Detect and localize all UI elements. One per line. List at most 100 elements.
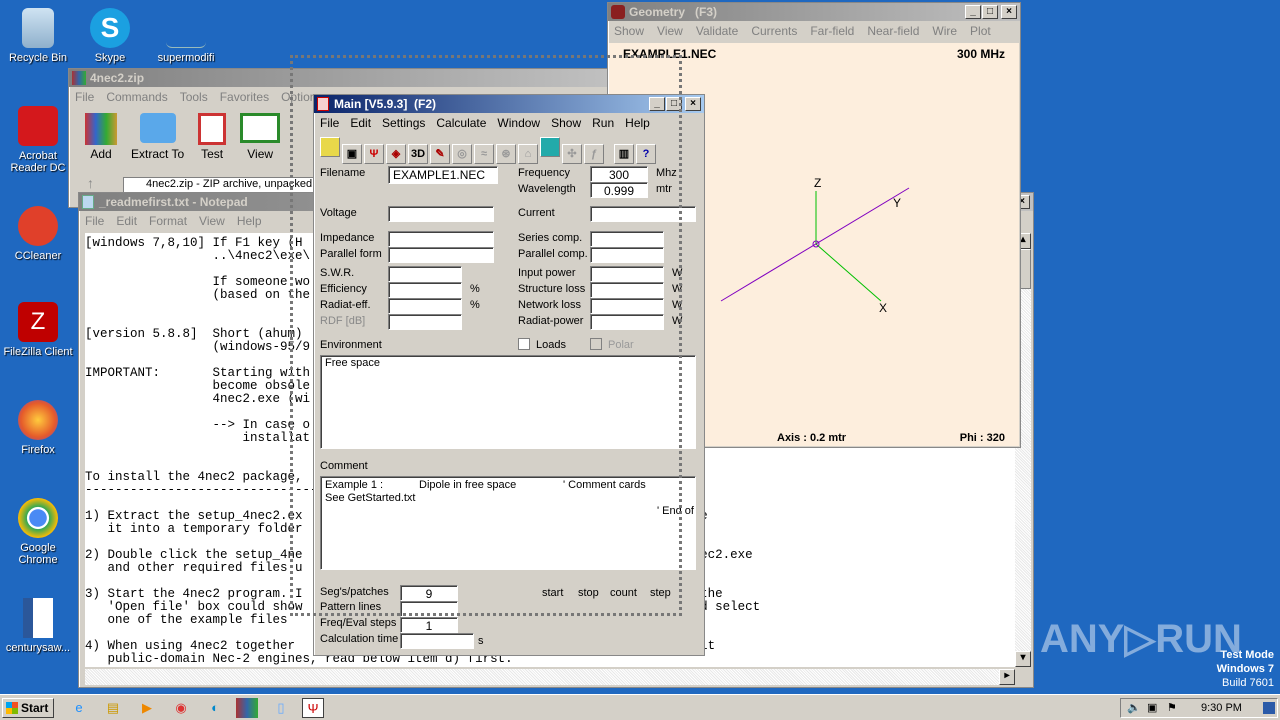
axis-scale-info: Axis : 0.2 mtr bbox=[777, 432, 847, 444]
close-button[interactable]: × bbox=[685, 97, 701, 111]
menu-tools[interactable]: Tools bbox=[180, 90, 208, 104]
action-center-flag-icon[interactable]: ⚑ bbox=[1167, 699, 1177, 717]
icon-label: FileZilla Client bbox=[3, 346, 73, 358]
taskbar: Start e ▤ ▶ ◉ ◐ ▯ Ψ 🔈 ▣ ⚑ 9:30 PM bbox=[0, 694, 1280, 720]
z-axis-label: Z bbox=[814, 176, 821, 190]
calc-time-field[interactable] bbox=[400, 633, 474, 649]
firefox-icon bbox=[18, 400, 58, 440]
icon-label: Google Chrome bbox=[18, 542, 58, 566]
skype-icon: S bbox=[90, 8, 130, 48]
start-button[interactable]: Start bbox=[2, 698, 54, 718]
4nec2-taskbar-icon[interactable]: Ψ bbox=[302, 698, 324, 718]
menu-file[interactable]: File bbox=[85, 214, 104, 228]
filezilla-icon: Z bbox=[18, 302, 58, 342]
anyrun-watermark: ANY▷RUN bbox=[1040, 617, 1242, 661]
menu-view[interactable]: View bbox=[199, 214, 225, 228]
test-mode-notice: Test Mode Windows 7 Build 7601 bbox=[1217, 648, 1274, 690]
icon-label: Skype bbox=[94, 52, 126, 64]
y-axis-label: Y bbox=[893, 196, 901, 210]
notepad-taskbar-icon[interactable]: ▯ bbox=[270, 698, 292, 718]
maximize-button[interactable]: □ bbox=[982, 5, 998, 19]
menu-file[interactable]: File bbox=[75, 90, 94, 104]
icon-label: Acrobat Reader DC bbox=[10, 150, 66, 174]
tool-label: Test bbox=[201, 147, 224, 161]
calc-time-label: Calculation time bbox=[320, 633, 399, 645]
menu-currents[interactable]: Currents bbox=[751, 24, 797, 38]
view-button[interactable]: View bbox=[240, 113, 281, 161]
calc-time-unit: s bbox=[478, 635, 484, 647]
icon-label: supermodifi bbox=[157, 52, 215, 64]
test-button[interactable]: Test bbox=[198, 113, 227, 161]
window-title: Geometry (F3) bbox=[629, 5, 718, 19]
folder-icon bbox=[139, 113, 176, 143]
menu-wire[interactable]: Wire bbox=[932, 24, 957, 38]
notepad-icon bbox=[82, 195, 94, 209]
menu-favorites[interactable]: Favorites bbox=[220, 90, 269, 104]
up-arrow-icon[interactable]: ↑ bbox=[87, 175, 94, 191]
tool-label: Extract To bbox=[131, 147, 185, 161]
recycle-bin-icon bbox=[22, 8, 54, 48]
menu-near-field[interactable]: Near-field bbox=[867, 24, 919, 38]
desktop-icon-filezilla[interactable]: Z FileZilla Client bbox=[0, 302, 76, 358]
test-mode-line: Windows 7 bbox=[1216, 663, 1274, 675]
menu-show[interactable]: Show bbox=[614, 24, 644, 38]
media-player-icon[interactable]: ▶ bbox=[136, 698, 158, 718]
menu-validate[interactable]: Validate bbox=[696, 24, 738, 38]
menu-format[interactable]: Format bbox=[149, 214, 187, 228]
menu-far-field[interactable]: Far-field bbox=[810, 24, 854, 38]
word-document-icon bbox=[23, 598, 53, 638]
minimize-button[interactable]: _ bbox=[965, 5, 981, 19]
edge-icon[interactable]: ◐ bbox=[204, 698, 226, 718]
scroll-down-button[interactable]: ▾ bbox=[1015, 651, 1031, 667]
desktop-icon-skype[interactable]: S Skype bbox=[72, 8, 148, 64]
icon-label: Recycle Bin bbox=[8, 52, 68, 64]
winrar-taskbar-icon[interactable] bbox=[236, 698, 258, 718]
menu-commands[interactable]: Commands bbox=[106, 90, 167, 104]
menu-help[interactable]: Help bbox=[237, 214, 262, 228]
geometry-app-icon bbox=[611, 5, 625, 19]
ccleaner-icon bbox=[18, 206, 58, 246]
dipole-wire bbox=[720, 187, 910, 302]
volume-icon[interactable]: 🔈 bbox=[1127, 699, 1141, 717]
horizontal-scrollbar[interactable]: ▸ bbox=[85, 669, 1015, 685]
system-tray: 🔈 ▣ ⚑ 9:30 PM bbox=[1120, 698, 1278, 718]
scroll-right-button[interactable]: ▸ bbox=[999, 669, 1015, 685]
file-icon bbox=[166, 8, 206, 48]
show-desktop-button[interactable] bbox=[1263, 702, 1275, 714]
desktop-icon-acrobat[interactable]: Acrobat Reader DC bbox=[0, 106, 76, 174]
window-title: _readmefirst.txt - Notepad bbox=[99, 195, 248, 209]
desktop-icon-ccleaner[interactable]: CCleaner bbox=[0, 206, 76, 262]
menu-plot[interactable]: Plot bbox=[970, 24, 991, 38]
book-icon bbox=[240, 113, 281, 143]
tool-label: View bbox=[247, 147, 274, 161]
desktop-icon-word-doc[interactable]: centurysaw... bbox=[0, 598, 76, 654]
desktop-icon-chrome[interactable]: Google Chrome bbox=[0, 498, 76, 566]
archive-icon bbox=[85, 113, 117, 145]
acrobat-icon bbox=[18, 106, 58, 146]
chrome-taskbar-icon[interactable]: ◉ bbox=[170, 698, 192, 718]
tool-label: Add bbox=[90, 147, 112, 161]
menu-edit[interactable]: Edit bbox=[116, 214, 137, 228]
chrome-icon bbox=[18, 498, 58, 538]
x-axis bbox=[815, 243, 882, 302]
desktop-icon-recycle-bin[interactable]: Recycle Bin bbox=[0, 8, 76, 64]
explorer-icon[interactable]: ▤ bbox=[102, 698, 124, 718]
icon-label: Firefox bbox=[21, 444, 55, 456]
archive-path: 4nec2.zip - ZIP archive, unpacked bbox=[146, 178, 313, 190]
add-button[interactable]: Add bbox=[85, 113, 117, 161]
window-drag-outline bbox=[290, 55, 682, 616]
winrar-icon bbox=[72, 71, 86, 85]
phi-angle: Phi : 320 bbox=[959, 432, 1005, 444]
desktop-icon-firefox[interactable]: Firefox bbox=[0, 400, 76, 456]
extract-to-button[interactable]: Extract To bbox=[131, 113, 184, 161]
network-icon[interactable]: ▣ bbox=[1147, 699, 1157, 717]
test-mode-line: Build 7601 bbox=[1222, 677, 1274, 689]
freq-steps-field[interactable]: 1 bbox=[400, 617, 458, 633]
close-button[interactable]: × bbox=[1001, 5, 1017, 19]
menu-view[interactable]: View bbox=[657, 24, 683, 38]
geometry-title-bar[interactable]: Geometry (F3) _ □ × bbox=[608, 3, 1020, 21]
desktop-icon-supermodifi[interactable]: supermodifi bbox=[148, 8, 224, 64]
ie-icon[interactable]: e bbox=[68, 698, 90, 718]
start-label: Start bbox=[21, 701, 49, 715]
clock[interactable]: 9:30 PM bbox=[1201, 699, 1242, 717]
